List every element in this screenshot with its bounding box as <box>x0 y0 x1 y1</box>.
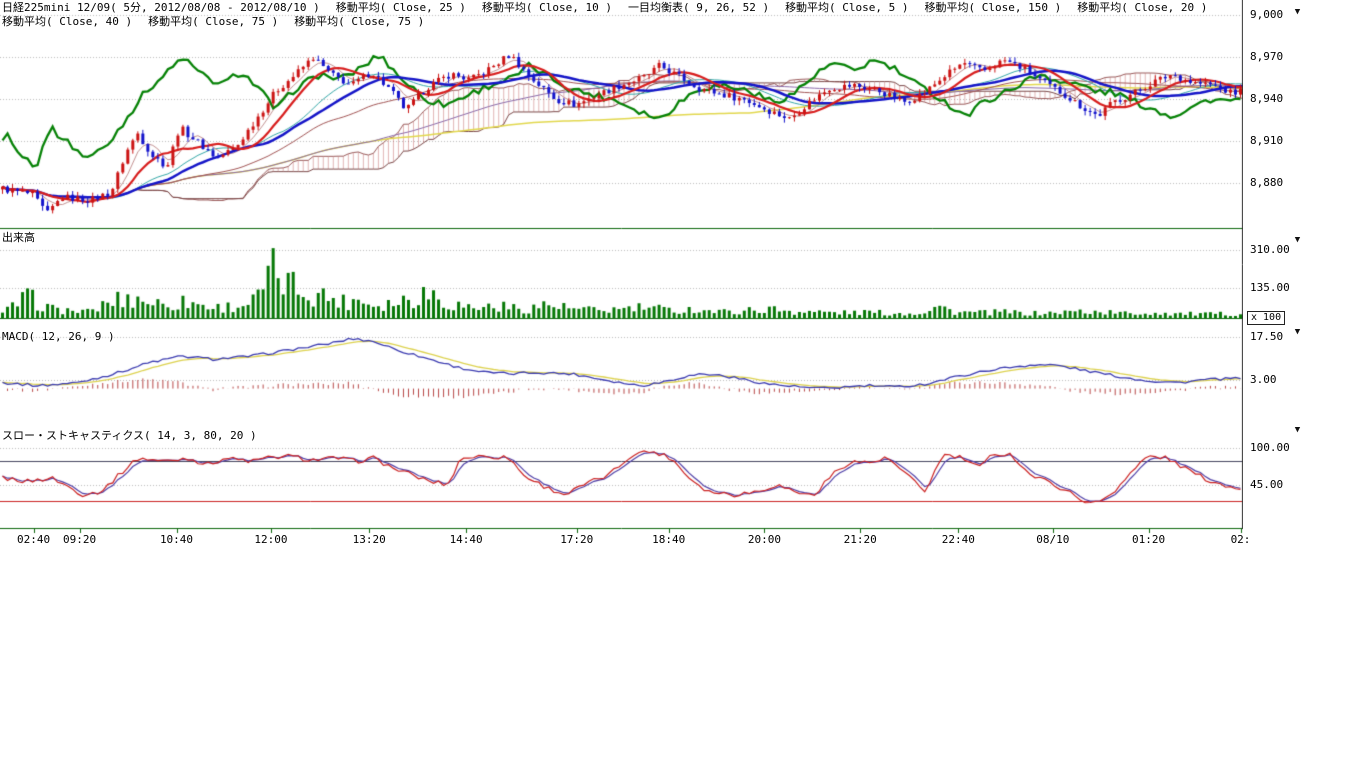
chart-application-window: 日経225mini 12/09( 5分, 2012/08/08 - 2012/0… <box>0 0 1366 768</box>
volume-panel-title: 出来高 <box>2 231 35 244</box>
indicator-label: 移動平均( Close, 20 ) <box>1077 1 1207 14</box>
volume-axis-label: 135.00 <box>1250 282 1290 294</box>
time-axis-label: 13:20 <box>353 533 386 546</box>
time-axis-label: 20:00 <box>748 533 781 546</box>
chart-canvas[interactable] <box>0 0 1243 534</box>
time-axis-label: 08/10 <box>1036 533 1069 546</box>
price-axis-label: 8,880 <box>1250 177 1283 189</box>
price-axis-label: 9,000 <box>1250 9 1283 21</box>
time-axis-label: 12:00 <box>254 533 287 546</box>
time-axis-label: 14:40 <box>450 533 483 546</box>
time-axis-label: 10:40 <box>160 533 193 546</box>
volume-multiplier-badge: x 100 <box>1247 311 1285 325</box>
indicator-label: 移動平均( Close, 75 ) <box>148 15 278 28</box>
indicator-header-row-2: 移動平均( Close, 40 ) 移動平均( Close, 75 ) 移動平均( … <box>2 15 440 28</box>
macd-axis-label: 17.50 <box>1250 331 1283 343</box>
indicator-label: 移動平均( Close, 10 ) <box>482 1 612 14</box>
indicator-label: 移動平均( Close, 25 ) <box>336 1 466 14</box>
indicator-label: 移動平均( Close, 75 ) <box>294 15 424 28</box>
time-axis-label: 01:20 <box>1132 533 1165 546</box>
time-axis-label: 09:20 <box>63 533 96 546</box>
time-axis-label: 17:20 <box>560 533 593 546</box>
price-axis-label: 8,910 <box>1250 135 1283 147</box>
time-axis-label: 21:20 <box>844 533 877 546</box>
price-axis-label: 8,970 <box>1250 51 1283 63</box>
indicator-label: 一目均衡表( 9, 26, 52 ) <box>628 1 769 14</box>
indicator-header-row-1: 日経225mini 12/09( 5分, 2012/08/08 - 2012/0… <box>2 1 1223 14</box>
time-axis-label: 18:40 <box>652 533 685 546</box>
macd-panel-title: MACD( 12, 26, 9 ) <box>2 330 115 343</box>
stoch-axis-label: 45.00 <box>1250 479 1283 491</box>
price-axis-label: 8,940 <box>1250 93 1283 105</box>
time-axis-label: 22:40 <box>942 533 975 546</box>
indicator-label: 移動平均( Close, 40 ) <box>2 15 132 28</box>
volume-scale-spinner-button[interactable]: ▼ <box>1290 234 1305 246</box>
indicator-label: 移動平均( Close, 150 ) <box>925 1 1062 14</box>
stochastics-panel-title: スロー・ストキャスティクス( 14, 3, 80, 20 ) <box>2 429 257 442</box>
time-axis-label: 02:40 <box>17 533 50 546</box>
macd-scale-spinner-button[interactable]: ▼ <box>1290 326 1305 338</box>
price-scale-spinner-button[interactable]: ▼ <box>1290 6 1305 18</box>
time-axis-label: 02: <box>1231 533 1251 546</box>
macd-axis-label: 3.00 <box>1250 374 1277 386</box>
indicator-label: 日経225mini 12/09( 5分, 2012/08/08 - 2012/0… <box>2 1 320 14</box>
stoch-axis-label: 100.00 <box>1250 442 1290 454</box>
indicator-label: 移動平均( Close, 5 ) <box>785 1 908 14</box>
stoch-scale-spinner-button[interactable]: ▼ <box>1290 424 1305 436</box>
volume-axis-label: 310.00 <box>1250 244 1290 256</box>
